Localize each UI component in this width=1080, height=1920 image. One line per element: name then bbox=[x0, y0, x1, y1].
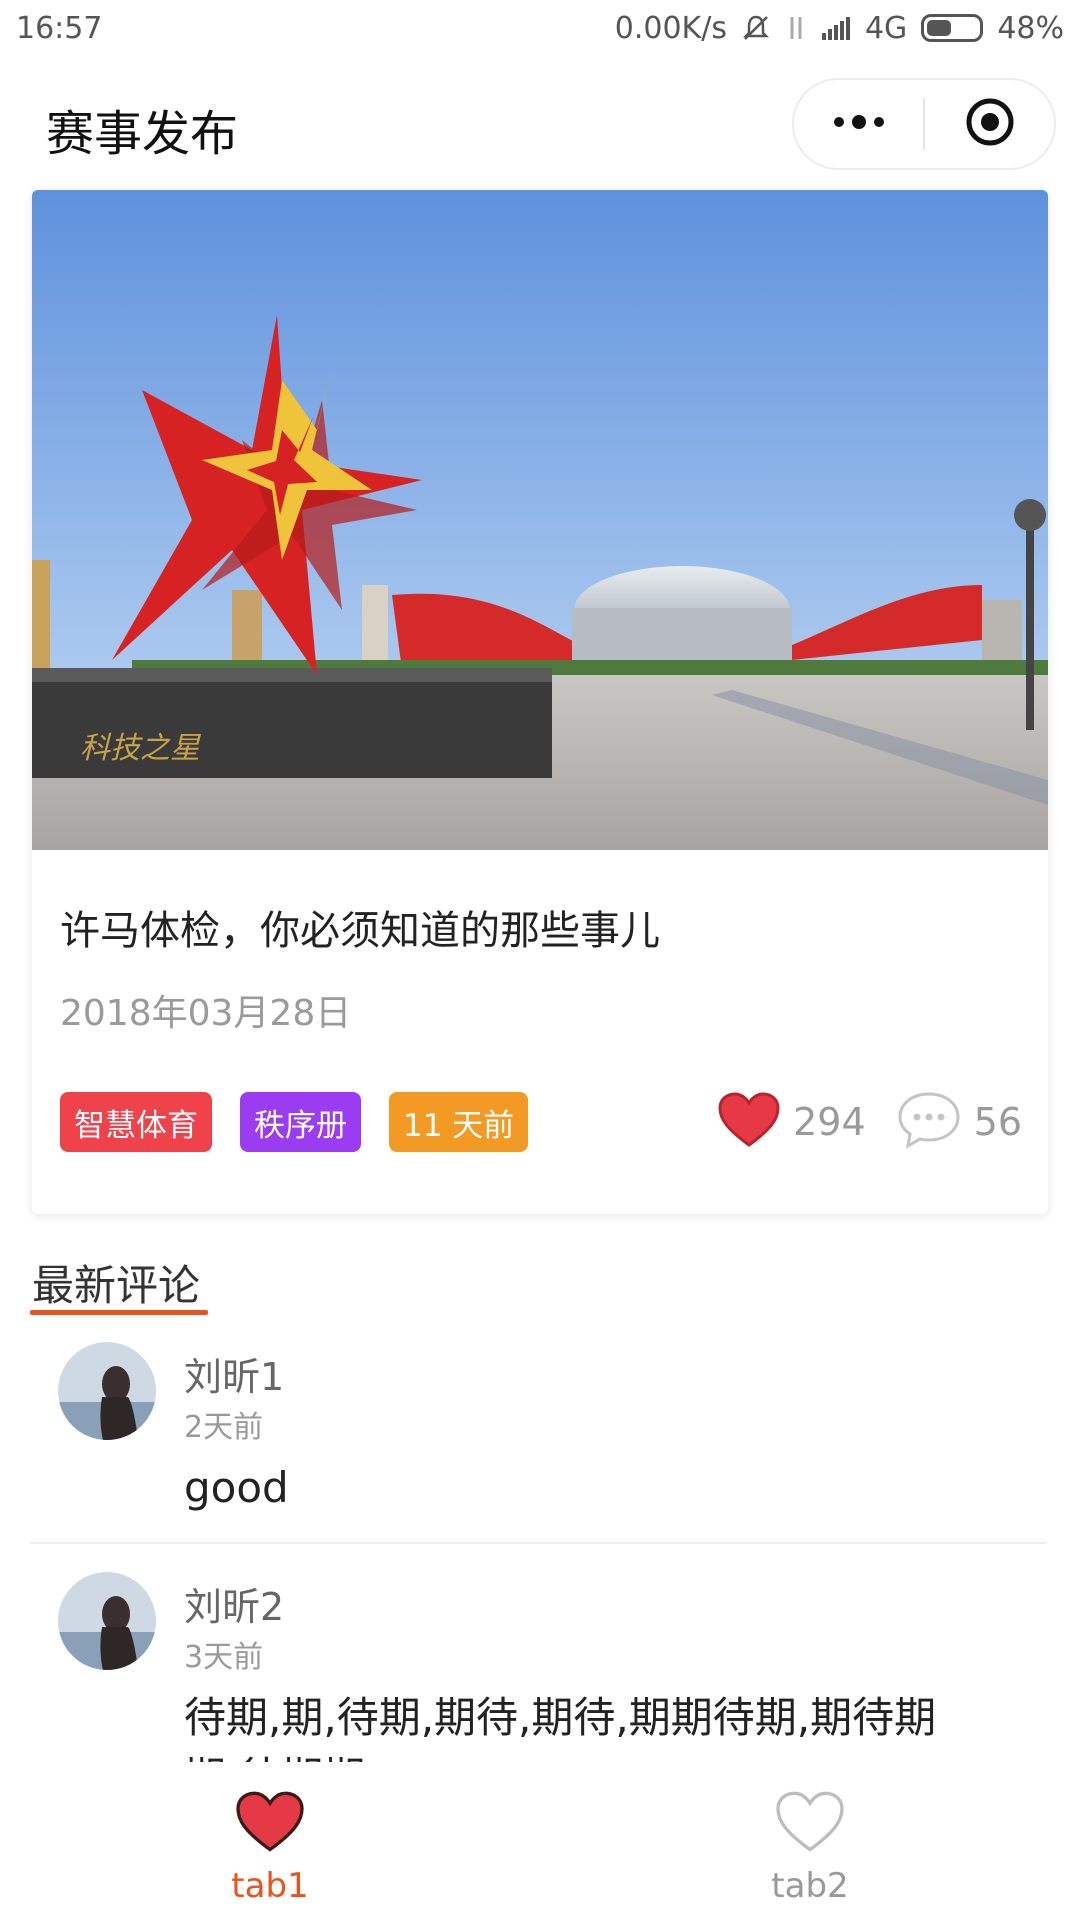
comment-bubble-icon bbox=[896, 1090, 962, 1154]
section-underline bbox=[30, 1310, 208, 1315]
status-indicators: 0.00K/s 4G 48% bbox=[615, 11, 1064, 46]
heart-filled-icon bbox=[234, 1790, 306, 1858]
article-image: 科技之星 bbox=[32, 190, 1048, 850]
close-button[interactable] bbox=[925, 80, 1054, 168]
target-circle-icon bbox=[964, 96, 1016, 152]
network-type: 4G bbox=[864, 10, 908, 46]
comment-count: 56 bbox=[973, 1100, 1022, 1144]
comment-author: 刘昕1 bbox=[184, 1355, 285, 1399]
tab-tab2[interactable]: tab2 bbox=[540, 1762, 1080, 1920]
status-bar: 16:57 0.00K/s 4G 48% bbox=[0, 0, 1080, 56]
tag-program[interactable]: 秩序册 bbox=[240, 1092, 361, 1152]
heart-outline-icon bbox=[774, 1790, 846, 1858]
status-time: 16:57 bbox=[16, 10, 103, 46]
tab-label: tab2 bbox=[771, 1866, 849, 1906]
tag-age: 11 天前 bbox=[389, 1092, 529, 1152]
net-speed: 0.00K/s bbox=[614, 10, 727, 46]
more-dots-icon bbox=[831, 112, 887, 136]
tab-tab1[interactable]: tab1 bbox=[0, 1762, 540, 1920]
comment-divider bbox=[30, 1542, 1046, 1544]
article-date: 2018年03月28日 bbox=[60, 993, 352, 1034]
article-stats: 294 56 bbox=[687, 1090, 1022, 1154]
battery-icon bbox=[921, 14, 984, 42]
nav-header: 赛事发布 bbox=[0, 64, 1080, 180]
comment-time: 2天前 bbox=[184, 1410, 264, 1445]
comment-text: 待期,期,待期,期待,期待,期期待期,期待期期,待期期 bbox=[184, 1693, 937, 1762]
battery-percent: 48% bbox=[997, 10, 1064, 46]
avatar[interactable] bbox=[58, 1572, 156, 1670]
comment-time: 3天前 bbox=[184, 1640, 264, 1675]
mini-program-capsule bbox=[792, 78, 1056, 170]
like-count: 294 bbox=[793, 1100, 866, 1144]
comment-author: 刘昕2 bbox=[184, 1585, 285, 1629]
article-card[interactable]: 科技之星 许马体检，你必须知道的那些事儿 2018年03月28日 智慧体育 秩序… bbox=[32, 190, 1048, 1214]
heart-filled-icon bbox=[717, 1091, 781, 1153]
comment-item: 刘昕1 2天前 good bbox=[30, 1342, 1046, 1522]
image-sign-text: 科技之星 bbox=[80, 731, 202, 766]
comment-text: good bbox=[184, 1463, 289, 1512]
avatar[interactable] bbox=[58, 1342, 156, 1440]
comments-section-title: 最新评论 bbox=[32, 1261, 201, 1310]
tag-category[interactable]: 智慧体育 bbox=[60, 1092, 212, 1152]
like-button[interactable]: 294 bbox=[717, 1091, 866, 1153]
signal-icon bbox=[821, 15, 851, 41]
page-title: 赛事发布 bbox=[46, 106, 239, 162]
data-transfer-icon bbox=[785, 13, 807, 43]
article-title: 许马体检，你必须知道的那些事儿 bbox=[60, 908, 660, 954]
tag-list: 智慧体育 秩序册 11 天前 bbox=[60, 1092, 529, 1152]
mute-bell-icon bbox=[741, 13, 771, 43]
tab-label: tab1 bbox=[231, 1866, 309, 1906]
comment-item: 刘昕2 3天前 待期,期,待期,期待,期待,期期待期,期待期期,待期期 bbox=[30, 1572, 1046, 1762]
tab-bar: tab1 tab2 bbox=[0, 1762, 1080, 1920]
more-button[interactable] bbox=[794, 80, 923, 168]
comment-button[interactable]: 56 bbox=[896, 1090, 1022, 1154]
